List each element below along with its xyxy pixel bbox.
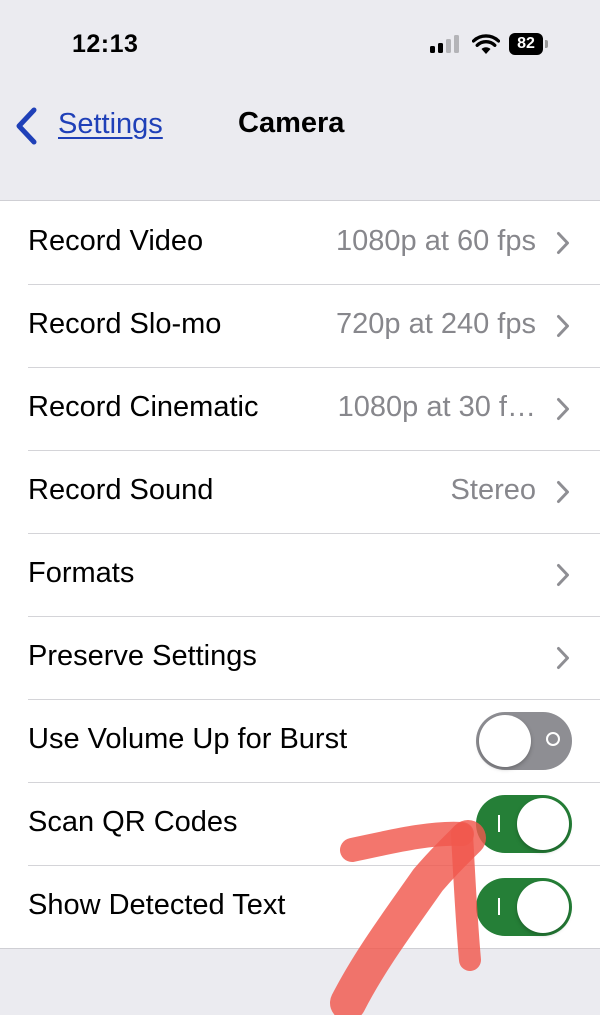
page-title: Camera [238,107,345,139]
scan-qr-codes-toggle[interactable] [476,795,572,853]
row-label: Formats [28,557,135,589]
row-label: Scan QR Codes [28,806,238,838]
row-label: Record Slo-mo [28,308,222,340]
cellular-signal-icon [430,35,462,53]
toggle-knob [517,798,569,850]
row-value: 1080p at 30 f… [337,391,536,423]
back-button[interactable]: Settings [58,108,163,141]
toggle-on-mark [498,898,500,915]
row-record-cinematic[interactable]: Record Cinematic 1080p at 30 f… [0,367,600,450]
row-scan-qr-codes: Scan QR Codes [0,782,600,865]
chevron-right-icon [557,315,569,337]
row-record-sound[interactable]: Record Sound Stereo [0,450,600,533]
back-chevron-icon[interactable] [12,106,40,146]
row-label: Use Volume Up for Burst [28,723,348,755]
row-volume-up-burst: Use Volume Up for Burst [0,699,600,782]
status-bar: 12:13 82 [0,0,600,90]
row-label: Preserve Settings [28,640,257,672]
chevron-right-icon [557,398,569,420]
row-label: Record Cinematic [28,391,259,423]
row-value: 720p at 240 fps [336,308,536,340]
chevron-right-icon [557,232,569,254]
wifi-icon [472,34,500,54]
navigation-bar: Settings Camera [0,90,600,200]
chevron-right-icon [557,647,569,669]
row-record-video[interactable]: Record Video 1080p at 60 fps [0,201,600,284]
row-record-slo-mo[interactable]: Record Slo-mo 720p at 240 fps [0,284,600,367]
row-label: Show Detected Text [28,889,286,921]
battery-icon: 82 [509,33,543,55]
camera-settings-list: Record Video 1080p at 60 fps Record Slo-… [0,200,600,949]
row-label: Record Sound [28,474,214,506]
row-label: Record Video [28,225,204,257]
row-value: Stereo [450,474,536,506]
row-formats[interactable]: Formats [0,533,600,616]
volume-up-burst-toggle[interactable] [476,712,572,770]
toggle-knob [479,715,531,767]
chevron-right-icon [557,564,569,586]
row-show-detected-text: Show Detected Text [0,865,600,948]
toggle-on-mark [498,815,500,832]
toggle-knob [517,881,569,933]
chevron-right-icon [557,481,569,503]
row-preserve-settings[interactable]: Preserve Settings [0,616,600,699]
toggle-off-mark [546,732,560,746]
battery-cap [545,40,548,48]
status-time: 12:13 [72,30,139,58]
row-value: 1080p at 60 fps [336,225,536,257]
show-detected-text-toggle[interactable] [476,878,572,936]
